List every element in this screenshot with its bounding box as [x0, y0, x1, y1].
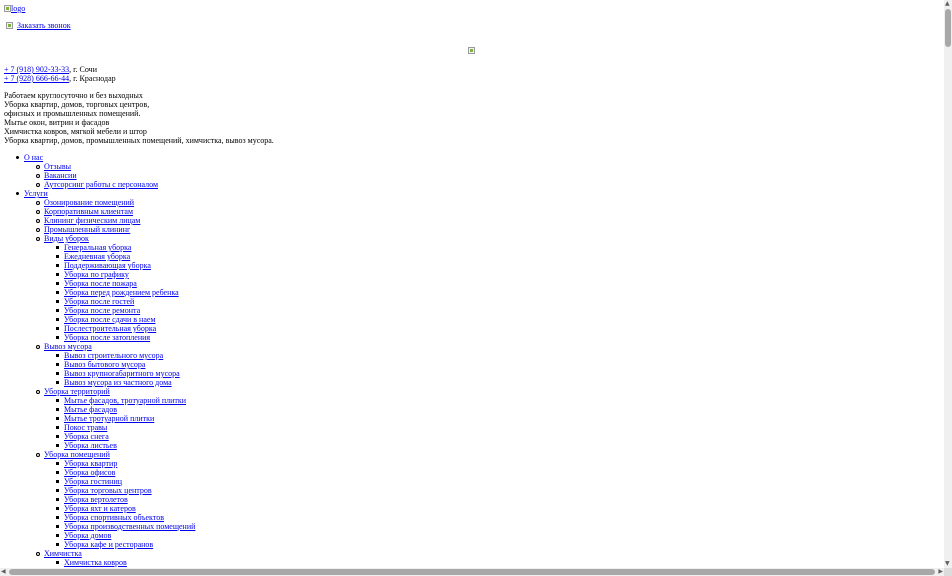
- scrollbar-corner: [944, 568, 952, 576]
- submenu-link[interactable]: Уборка вертолетов: [64, 495, 128, 504]
- submenu-link-cleaning-types[interactable]: Виды уборок: [44, 234, 89, 243]
- submenu-link[interactable]: Промышленный клининг: [44, 225, 130, 234]
- horizontal-scroll-thumb[interactable]: [9, 569, 935, 575]
- submenu-link[interactable]: Уборка яхт и катеров: [64, 504, 136, 513]
- menu-item-about: О нас Отзывы Вакансии Аутсорсинг работы …: [15, 153, 195, 189]
- banner-image-icon: [468, 47, 475, 54]
- scroll-left-arrow-icon[interactable]: ◀: [1, 569, 6, 575]
- scroll-down-arrow-icon[interactable]: ▼: [945, 561, 950, 567]
- submenu-link[interactable]: Уборка после пожара: [64, 279, 137, 288]
- submenu-link[interactable]: Генеральная уборка: [64, 243, 131, 252]
- submenu-link-territory[interactable]: Уборка территорий: [44, 387, 110, 396]
- submenu-link[interactable]: Ежедневная уборка: [64, 252, 130, 261]
- vertical-scrollbar[interactable]: ▲ ▼: [944, 0, 952, 568]
- submenu-link[interactable]: Уборка производственных помещений: [64, 522, 195, 531]
- about-line: Мытье окон, витрин и фасадов: [4, 118, 110, 127]
- about-line: Уборка квартир, домов, торговых центров,: [4, 100, 150, 109]
- scroll-right-arrow-icon[interactable]: ▶: [938, 569, 943, 575]
- phone-krasnodar: + 7 (928) 666-66-44, г. Краснодар: [4, 74, 116, 83]
- submenu-link[interactable]: Уборка после гостей: [64, 297, 134, 306]
- submenu-link[interactable]: Покос травы: [64, 423, 107, 432]
- horizontal-scrollbar[interactable]: ◀ ▶: [0, 568, 944, 576]
- main-menu: О нас Отзывы Вакансии Аутсорсинг работы …: [15, 153, 195, 567]
- submenu-link[interactable]: Вывоз строительного мусора: [64, 351, 163, 360]
- callback-link[interactable]: Заказать звонок: [17, 21, 71, 30]
- submenu-link-waste[interactable]: Вывоз мусора: [44, 342, 92, 351]
- submenu-link[interactable]: Вакансии: [44, 171, 77, 180]
- submenu-link[interactable]: Уборка торговых центров: [64, 486, 152, 495]
- submenu-link[interactable]: Поддерживающая уборка: [64, 261, 151, 270]
- page: logo Заказать звонок + 7 (918) 902-33-33…: [0, 0, 944, 568]
- submenu-premises: Уборка квартир Уборка офисов Уборка гост…: [55, 459, 195, 549]
- submenu-link[interactable]: Озонирование помещений: [44, 198, 134, 207]
- menu-link-about[interactable]: О нас: [24, 153, 43, 162]
- submenu-link[interactable]: Уборка гостиниц: [64, 477, 122, 486]
- submenu-link-premises[interactable]: Уборка помещений: [44, 450, 110, 459]
- callback-block: Заказать звонок: [6, 21, 71, 30]
- phone-city-sochi: , г. Сочи: [69, 65, 97, 74]
- about-line: Химчистка ковров, мягкой мебели и штор: [4, 127, 147, 136]
- phone-image-icon: [6, 22, 13, 29]
- menu-link-services[interactable]: Услуги: [24, 189, 48, 198]
- submenu-link[interactable]: Вывоз мусора из частного дома: [64, 378, 172, 387]
- submenu-link[interactable]: Уборка после ремонта: [64, 306, 140, 315]
- submenu-link[interactable]: Аутсорсинг работы с персоналом: [44, 180, 158, 189]
- submenu-link-drycleaning[interactable]: Химчистка: [44, 549, 82, 558]
- submenu-drycleaning: Химчистка ковров: [55, 558, 195, 567]
- submenu-link[interactable]: Уборка после затопления: [64, 333, 150, 342]
- submenu-link[interactable]: Отзывы: [44, 162, 71, 171]
- submenu-services: Озонирование помещений Корпоративным кли…: [35, 198, 195, 567]
- submenu-link[interactable]: Вывоз крупногабаритного мусора: [64, 369, 180, 378]
- about-line: Уборка квартир, домов, промышленных поме…: [4, 136, 274, 145]
- submenu-link[interactable]: Вывоз бытового мусора: [64, 360, 145, 369]
- submenu-link[interactable]: Уборка квартир: [64, 459, 117, 468]
- submenu-link[interactable]: Уборка офисов: [64, 468, 115, 477]
- vertical-scroll-thumb[interactable]: [945, 9, 951, 47]
- submenu-link[interactable]: Клининг физическим лицам: [44, 216, 140, 225]
- submenu-territory: Мытье фасадов, тротуарной плитки Мытье ф…: [55, 396, 195, 450]
- submenu-link[interactable]: Уборка домов: [64, 531, 111, 540]
- about-line: офисных и промышленных помещений.: [4, 109, 141, 118]
- submenu-cleaning-types: Генеральная уборка Ежедневная уборка Под…: [55, 243, 195, 342]
- submenu-link[interactable]: Мытье фасадов, тротуарной плитки: [64, 396, 186, 405]
- phone-link-krasnodar[interactable]: + 7 (928) 666-66-44: [4, 74, 69, 83]
- submenu-link[interactable]: Уборка после сдачи в наем: [64, 315, 156, 324]
- submenu-link[interactable]: Уборка кафе и ресторанов: [64, 540, 153, 549]
- phone-city-krasnodar: , г. Краснодар: [69, 74, 116, 83]
- menu-item-services: Услуги Озонирование помещений Корпоратив…: [15, 189, 195, 567]
- logo-link[interactable]: logo: [4, 4, 25, 13]
- about-line: Работаем круглосуточно и без выходных: [4, 91, 143, 100]
- phone-list: + 7 (918) 902-33-33, г. Сочи + 7 (928) 6…: [4, 65, 116, 83]
- submenu-link[interactable]: Мытье тротуарной плитки: [64, 414, 154, 423]
- scroll-up-arrow-icon[interactable]: ▲: [945, 1, 950, 7]
- submenu-link[interactable]: Уборка снега: [64, 432, 109, 441]
- submenu-link[interactable]: Уборка спортивных объектов: [64, 513, 164, 522]
- submenu-about: Отзывы Вакансии Аутсорсинг работы с перс…: [35, 162, 195, 189]
- phone-sochi: + 7 (918) 902-33-33, г. Сочи: [4, 65, 116, 74]
- submenu-link[interactable]: Послестроительная уборка: [64, 324, 156, 333]
- submenu-link[interactable]: Уборка по графику: [64, 270, 129, 279]
- submenu-link[interactable]: Уборка перед рождением ребенка: [64, 288, 179, 297]
- submenu-link[interactable]: Корпоративным клиентам: [44, 207, 133, 216]
- about-text: Работаем круглосуточно и без выходных Уб…: [4, 91, 274, 145]
- phone-link-sochi[interactable]: + 7 (918) 902-33-33: [4, 65, 69, 74]
- broken-image-icon: [4, 5, 11, 12]
- submenu-link[interactable]: Мытье фасадов: [64, 405, 117, 414]
- logo-alt-text: logo: [11, 4, 26, 13]
- submenu-waste: Вывоз строительного мусора Вывоз бытовог…: [55, 351, 195, 387]
- submenu-link[interactable]: Химчистка ковров: [64, 558, 127, 567]
- submenu-link[interactable]: Уборка листьев: [64, 441, 117, 450]
